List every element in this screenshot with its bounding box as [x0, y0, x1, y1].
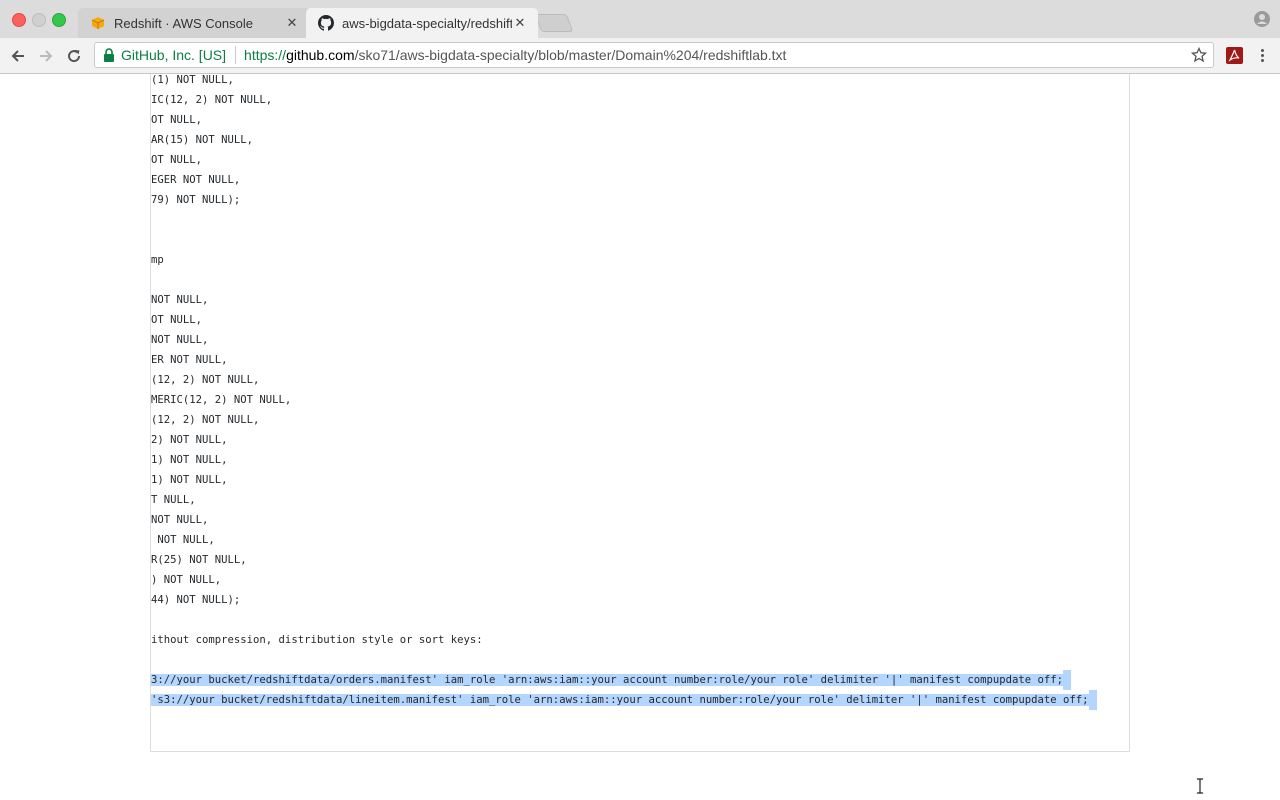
code-line-text: (12, 2) NOT NULL, [151, 414, 260, 426]
tab-strip: Redshift · AWS Console ✕ aws-bigdata-spe… [0, 0, 1280, 38]
code-line: ) NOT NULL, [151, 570, 1097, 590]
code-line-text: 44) NOT NULL); [151, 594, 241, 606]
code-line: T NULL, [151, 490, 1097, 510]
url-path: /sko71/aws-bigdata-specialty/blob/master… [354, 47, 787, 63]
code-line: MERIC(12, 2) NOT NULL, [151, 390, 1097, 410]
code-line-text: OT NULL, [151, 154, 203, 166]
page-content: (1) NOT NULL, IC(12, 2) NOT NULL, OT NULL,… [0, 74, 1280, 800]
code-line-text: 's3://your bucket/redshiftdata/lineitem.… [151, 694, 1089, 706]
code-line: ER NOT NULL, [151, 350, 1097, 370]
code-line-text: 2) NOT NULL, [151, 434, 228, 446]
code-line: OT NULL, [151, 150, 1097, 170]
code-line: NOT NULL, [151, 530, 1097, 550]
maximize-window-button[interactable] [52, 13, 66, 27]
code-line: OT NULL, [151, 110, 1097, 130]
github-icon [318, 15, 334, 31]
url-protocol: https:// [244, 47, 287, 63]
code-line: 3://your bucket/redshiftdata/orders.mani… [151, 670, 1097, 690]
browser-toolbar: GitHub, Inc. [US] https://github.com/sko… [0, 38, 1280, 74]
forward-arrow-icon[interactable] [36, 46, 56, 66]
tab-redshift-console[interactable]: Redshift · AWS Console ✕ [78, 8, 310, 38]
close-window-button[interactable] [12, 13, 26, 27]
code-line: 1) NOT NULL, [151, 450, 1097, 470]
address-divider [235, 46, 237, 64]
code-line: 's3://your bucket/redshiftdata/lineitem.… [151, 690, 1097, 710]
code-line-text: MERIC(12, 2) NOT NULL, [151, 394, 292, 406]
code-line-text: EGER NOT NULL, [151, 174, 241, 186]
browser-menu-icon[interactable] [1256, 47, 1268, 65]
code-line: R(25) NOT NULL, [151, 550, 1097, 570]
text-cursor-icon [1196, 778, 1204, 794]
code-line: (1) NOT NULL, [151, 74, 1097, 90]
code-line-text: 3://your bucket/redshiftdata/orders.mani… [151, 674, 1064, 686]
code-line: 79) NOT NULL); [151, 190, 1097, 210]
code-line-text: mp [151, 254, 164, 266]
code-line-text: OT NULL, [151, 114, 203, 126]
file-contents-box: (1) NOT NULL, IC(12, 2) NOT NULL, OT NULL,… [150, 74, 1130, 752]
code-line: 2) NOT NULL, [151, 430, 1097, 450]
code-line: NOT NULL, [151, 510, 1097, 530]
code-line-text: NOT NULL, [151, 294, 209, 306]
code-line-text: 79) NOT NULL); [151, 194, 241, 206]
tab-title: aws-bigdata-specialty/redshift [342, 15, 512, 31]
reload-icon[interactable] [64, 46, 84, 66]
code-line: EGER NOT NULL, [151, 170, 1097, 190]
code-line-text: IC(12, 2) NOT NULL, [151, 94, 273, 106]
new-tab-button[interactable] [534, 14, 574, 32]
code-line-text: ) NOT NULL, [151, 574, 222, 586]
url-host: github.com [286, 47, 355, 63]
close-tab-icon[interactable]: ✕ [512, 15, 528, 31]
code-line: NOT NULL, [151, 330, 1097, 350]
tab-github-redshiftlab[interactable]: aws-bigdata-specialty/redshift ✕ [306, 8, 538, 38]
code-line-text: AR(15) NOT NULL, [151, 134, 254, 146]
code-line-text: NOT NULL, [151, 514, 209, 526]
code-line-text: T NULL, [151, 494, 196, 506]
profile-icon[interactable] [1254, 11, 1270, 27]
code-line-text: ER NOT NULL, [151, 354, 228, 366]
code-line-text: NOT NULL, [151, 534, 215, 546]
close-tab-icon[interactable]: ✕ [284, 15, 300, 31]
code-line: 1) NOT NULL, [151, 470, 1097, 490]
code-line-text: ithout compression, distribution style o… [151, 634, 483, 646]
lock-icon [103, 48, 115, 62]
code-line-text: R(25) NOT NULL, [151, 554, 247, 566]
code-line: (12, 2) NOT NULL, [151, 410, 1097, 430]
code-line: mp [151, 250, 1097, 270]
code-line: ithout compression, distribution style o… [151, 630, 1097, 650]
address-bar[interactable]: GitHub, Inc. [US] https://github.com/sko… [94, 42, 1214, 68]
pdf-extension-icon[interactable] [1226, 47, 1243, 64]
code-line: NOT NULL, [151, 290, 1097, 310]
code-line-text: NOT NULL, [151, 334, 209, 346]
code-line-text: OT NULL, [151, 314, 203, 326]
code-line: AR(15) NOT NULL, [151, 130, 1097, 150]
bookmark-star-icon[interactable] [1190, 46, 1208, 63]
code-listing: (1) NOT NULL, IC(12, 2) NOT NULL, OT NULL,… [151, 74, 1097, 710]
code-line: IC(12, 2) NOT NULL, [151, 90, 1097, 110]
minimize-window-button[interactable] [32, 13, 46, 27]
back-arrow-icon[interactable] [8, 46, 28, 66]
code-line-text: 1) NOT NULL, [151, 474, 228, 486]
code-line: 44) NOT NULL); [151, 590, 1097, 610]
code-line-text: (12, 2) NOT NULL, [151, 374, 260, 386]
code-line-text: 1) NOT NULL, [151, 454, 228, 466]
security-indicator[interactable]: GitHub, Inc. [US] [121, 47, 226, 63]
url-text[interactable]: https://github.com/sko71/aws-bigdata-spe… [244, 47, 786, 63]
code-line-text: (1) NOT NULL, [151, 74, 234, 86]
code-line: (12, 2) NOT NULL, [151, 370, 1097, 390]
code-line: OT NULL, [151, 310, 1097, 330]
aws-cube-icon [90, 15, 106, 31]
tab-title: Redshift · AWS Console [114, 15, 253, 31]
